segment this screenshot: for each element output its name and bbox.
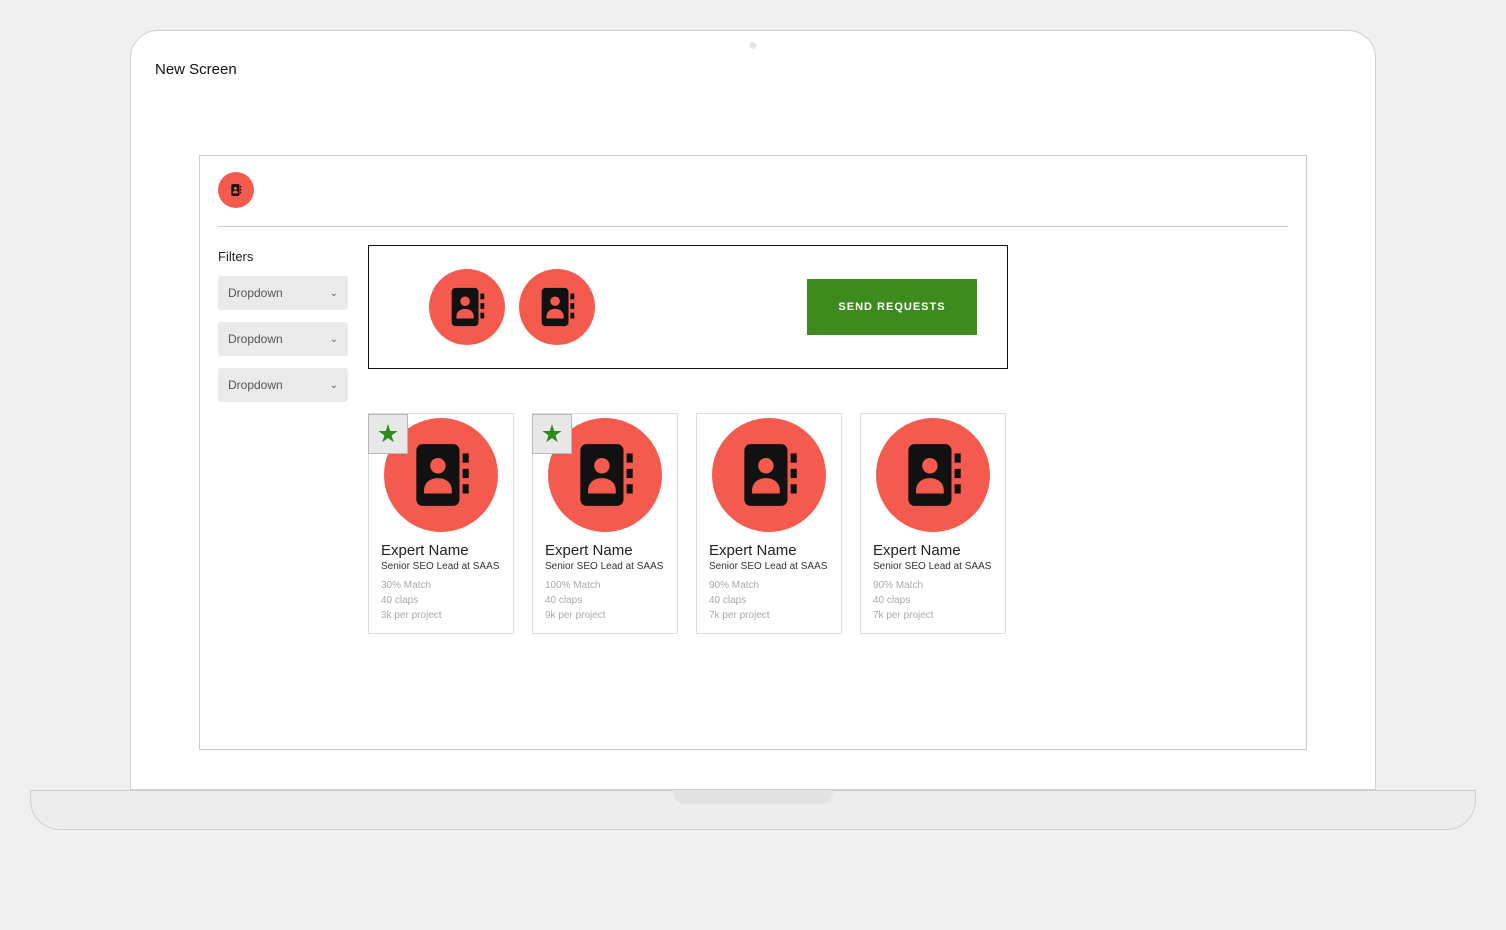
expert-role: Senior SEO Lead at SAAS: [545, 561, 665, 572]
card-body: Expert Name Senior SEO Lead at SAAS 90% …: [697, 536, 841, 633]
expert-role: Senior SEO Lead at SAAS: [873, 561, 993, 572]
divider: [218, 226, 1288, 227]
filter-dropdown-3[interactable]: Dropdown ⌄: [218, 368, 348, 402]
chevron-down-icon: ⌄: [330, 334, 338, 345]
expert-claps: 40 claps: [381, 593, 501, 608]
contact-book-icon: [404, 438, 478, 512]
expert-avatar: [876, 418, 990, 532]
selected-badge: [532, 414, 572, 454]
card-body: Expert Name Senior SEO Lead at SAAS 100%…: [533, 536, 677, 633]
card-body: Expert Name Senior SEO Lead at SAAS 30% …: [369, 536, 513, 633]
identity-badge[interactable]: [218, 172, 254, 208]
laptop-camera: [750, 42, 757, 49]
selection-bar: SEND REQUESTS: [368, 245, 1008, 369]
laptop-notch: [673, 790, 833, 804]
card-avatar-wrap: [861, 414, 1005, 536]
contact-book-icon: [568, 438, 642, 512]
browser-window: New Screen: [153, 53, 1353, 789]
body-row: Filters Dropdown ⌄ Dropdown ⌄ Dropdown ⌄: [218, 245, 1288, 634]
expert-cards-row: Expert Name Senior SEO Lead at SAAS 30% …: [368, 413, 1288, 634]
expert-role: Senior SEO Lead at SAAS: [381, 561, 501, 572]
contact-book-icon: [229, 183, 243, 197]
main-canvas: Filters Dropdown ⌄ Dropdown ⌄ Dropdown ⌄: [199, 155, 1307, 750]
expert-name: Expert Name: [709, 542, 829, 559]
star-burst-icon: [542, 424, 562, 444]
laptop-base: [30, 790, 1476, 830]
contact-book-icon: [732, 438, 806, 512]
expert-claps: 40 claps: [709, 593, 829, 608]
expert-card[interactable]: Expert Name Senior SEO Lead at SAAS 30% …: [368, 413, 514, 634]
expert-match: 90% Match: [873, 578, 993, 593]
main-area: SEND REQUESTS Expert Name Senior SEO Lea…: [368, 245, 1288, 634]
filter-dropdown-label: Dropdown: [228, 286, 283, 300]
expert-card[interactable]: Expert Name Senior SEO Lead at SAAS 90% …: [696, 413, 842, 634]
expert-name: Expert Name: [545, 542, 665, 559]
window-title: New Screen: [155, 61, 237, 78]
filter-dropdown-2[interactable]: Dropdown ⌄: [218, 322, 348, 356]
star-burst-icon: [378, 424, 398, 444]
expert-name: Expert Name: [381, 542, 501, 559]
filters-sidebar: Filters Dropdown ⌄ Dropdown ⌄ Dropdown ⌄: [218, 245, 348, 634]
expert-avatar: [712, 418, 826, 532]
expert-name: Expert Name: [873, 542, 993, 559]
filter-dropdown-1[interactable]: Dropdown ⌄: [218, 276, 348, 310]
expert-card[interactable]: Expert Name Senior SEO Lead at SAAS 100%…: [532, 413, 678, 634]
selected-avatar-2[interactable]: [519, 269, 595, 345]
top-row: [218, 168, 1288, 220]
card-body: Expert Name Senior SEO Lead at SAAS 90% …: [861, 536, 1005, 633]
contact-book-icon: [896, 438, 970, 512]
selected-badge: [368, 414, 408, 454]
expert-match: 30% Match: [381, 578, 501, 593]
contact-book-icon: [444, 284, 490, 330]
card-avatar-wrap: [697, 414, 841, 536]
filters-heading: Filters: [218, 249, 348, 264]
expert-price: 7k per project: [873, 608, 993, 623]
expert-price: 3k per project: [381, 608, 501, 623]
expert-role: Senior SEO Lead at SAAS: [709, 561, 829, 572]
browser-title: New Screen: [153, 53, 1353, 87]
expert-match: 100% Match: [545, 578, 665, 593]
expert-price: 9k per project: [545, 608, 665, 623]
expert-card[interactable]: Expert Name Senior SEO Lead at SAAS 90% …: [860, 413, 1006, 634]
filter-dropdown-label: Dropdown: [228, 332, 283, 346]
page-content: Filters Dropdown ⌄ Dropdown ⌄ Dropdown ⌄: [153, 155, 1353, 750]
chevron-down-icon: ⌄: [330, 380, 338, 391]
send-requests-button[interactable]: SEND REQUESTS: [807, 279, 977, 335]
chevron-down-icon: ⌄: [330, 288, 338, 299]
selected-avatar-1[interactable]: [429, 269, 505, 345]
expert-claps: 40 claps: [545, 593, 665, 608]
laptop-frame: New Screen: [130, 30, 1376, 790]
contact-book-icon: [534, 284, 580, 330]
expert-match: 90% Match: [709, 578, 829, 593]
expert-price: 7k per project: [709, 608, 829, 623]
filter-dropdown-label: Dropdown: [228, 378, 283, 392]
expert-claps: 40 claps: [873, 593, 993, 608]
selected-avatars: [429, 269, 595, 345]
